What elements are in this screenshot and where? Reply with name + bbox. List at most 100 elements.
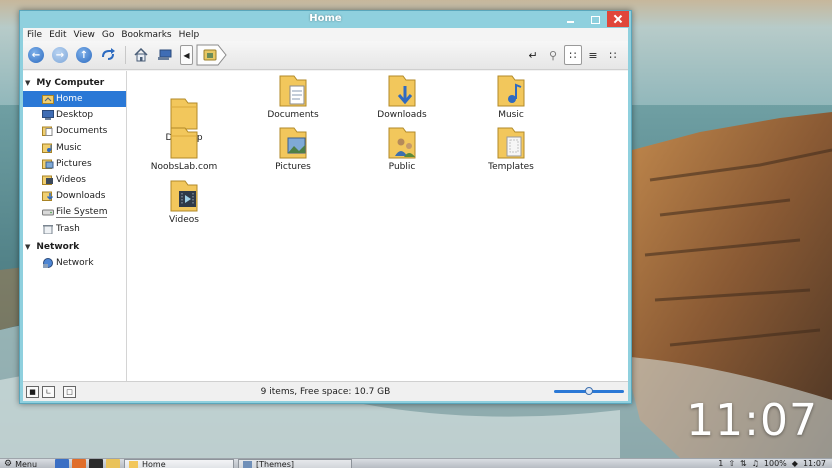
menu-bookmarks[interactable]: Bookmarks bbox=[121, 30, 171, 40]
file-label: NoobsLab.com bbox=[150, 162, 218, 172]
system-tray: 1 ⇧ ⇅ ♫ 100% ◆ 11:07 bbox=[713, 459, 832, 468]
icon-view-button[interactable]: ∷ bbox=[564, 45, 582, 65]
documents-folder-icon bbox=[279, 75, 307, 107]
menu-view[interactable]: View bbox=[74, 30, 95, 40]
search-button[interactable]: ⚲ bbox=[544, 45, 562, 65]
computer-button[interactable] bbox=[154, 44, 176, 66]
sidebar-section-title: Network bbox=[36, 241, 80, 252]
start-menu-button[interactable]: ⚙ Menu bbox=[0, 459, 52, 468]
start-menu-label: Menu bbox=[15, 459, 38, 468]
settings-window-icon bbox=[243, 461, 252, 468]
show-desktop-icon[interactable] bbox=[55, 459, 69, 468]
path-mode-button[interactable]: ↵ bbox=[524, 45, 542, 65]
sidebar-item-label: Music bbox=[56, 142, 82, 153]
music-folder-icon bbox=[497, 75, 525, 107]
taskbar-task-themes[interactable]: [Themes] bbox=[238, 459, 352, 468]
templates-folder-icon bbox=[497, 127, 525, 159]
path-scroll-left-button[interactable]: ◀ bbox=[180, 45, 193, 65]
workspace-indicator[interactable]: 1 bbox=[718, 459, 723, 468]
search-icon: ⚲ bbox=[548, 48, 558, 62]
back-icon: ← bbox=[28, 47, 44, 63]
sidebar-item-label: Pictures bbox=[56, 158, 92, 169]
window-title: Home bbox=[309, 13, 342, 24]
files-launcher-icon[interactable] bbox=[106, 459, 120, 468]
menu-go[interactable]: Go bbox=[102, 30, 114, 40]
compact-view-button[interactable]: ∷ bbox=[604, 45, 622, 65]
up-icon: ↑ bbox=[76, 47, 92, 63]
sidebar-item-pictures[interactable]: Pictures bbox=[23, 156, 126, 172]
home-button[interactable] bbox=[130, 44, 152, 66]
file-item-pictures[interactable]: Pictures bbox=[248, 126, 338, 172]
sidebar-item-label: Trash bbox=[56, 223, 80, 234]
zoom-slider-handle[interactable] bbox=[585, 387, 593, 395]
drive-icon bbox=[42, 209, 54, 216]
sidebar-item-network[interactable]: Network bbox=[23, 255, 126, 271]
file-view: Desktop Documents Downloads Music N bbox=[127, 71, 628, 381]
title-bar[interactable]: Home bbox=[20, 11, 631, 28]
file-label: Downloads bbox=[377, 110, 427, 120]
sidebar-item-trash[interactable]: Trash bbox=[23, 221, 126, 237]
file-label: Public bbox=[388, 162, 416, 172]
network-status-icon[interactable]: ⇅ bbox=[740, 459, 747, 468]
sidebar-item-label: Network bbox=[56, 257, 94, 268]
sidebar-item-file-system[interactable]: File System bbox=[23, 204, 126, 220]
pictures-icon bbox=[42, 159, 54, 169]
file-label: Videos bbox=[169, 215, 199, 225]
reload-button[interactable] bbox=[97, 44, 119, 66]
task-label: Home bbox=[142, 460, 166, 468]
taskbar-clock[interactable]: 11:07 bbox=[803, 459, 826, 468]
file-item-music[interactable]: Music bbox=[466, 74, 556, 120]
taskbar-task-home[interactable]: Home bbox=[124, 459, 234, 468]
toolbar: ← → ↑ ◀ ↵ ⚲ ∷ ≡ ∷ bbox=[23, 41, 628, 70]
terminal-launcher-icon[interactable] bbox=[89, 459, 103, 468]
sidebar-item-videos[interactable]: Videos bbox=[23, 172, 126, 188]
sidebar-item-documents[interactable]: Documents bbox=[23, 123, 126, 139]
menu-help[interactable]: Help bbox=[179, 30, 200, 40]
sidebar: ▼ My Computer Home Desktop Documents Mus… bbox=[23, 71, 127, 381]
main-content: ▼ My Computer Home Desktop Documents Mus… bbox=[23, 71, 628, 381]
network-icon bbox=[43, 257, 53, 268]
taskbar: ⚙ Menu Home [Themes] 1 ⇧ ⇅ ♫ 100% ◆ 11:0… bbox=[0, 458, 832, 468]
menu-file[interactable]: File bbox=[27, 30, 42, 40]
forward-button[interactable]: → bbox=[49, 44, 71, 66]
sidebar-item-music[interactable]: Music bbox=[23, 140, 126, 156]
close-button[interactable] bbox=[607, 11, 629, 27]
sidebar-section-network[interactable]: ▼ Network bbox=[23, 239, 126, 255]
list-view-button[interactable]: ≡ bbox=[584, 45, 602, 65]
grid-icon: ∷ bbox=[569, 48, 577, 62]
sidebar-section-my-computer[interactable]: ▼ My Computer bbox=[23, 75, 126, 91]
shield-icon[interactable]: ◆ bbox=[792, 459, 798, 468]
battery-level[interactable]: 100% bbox=[764, 459, 787, 468]
desktop-icon bbox=[42, 110, 54, 121]
back-button[interactable]: ← bbox=[25, 44, 47, 66]
sidebar-item-desktop[interactable]: Desktop bbox=[23, 107, 126, 123]
minimize-button[interactable] bbox=[560, 11, 582, 27]
sidebar-item-home[interactable]: Home bbox=[23, 91, 126, 108]
compact-grid-icon: ∷ bbox=[609, 48, 617, 62]
sidebar-item-downloads[interactable]: Downloads bbox=[23, 188, 126, 204]
return-icon: ↵ bbox=[528, 48, 538, 62]
up-button[interactable]: ↑ bbox=[73, 44, 95, 66]
file-item-noobslab[interactable]: NoobsLab.com bbox=[139, 126, 229, 172]
forward-icon: → bbox=[52, 47, 68, 63]
firefox-icon[interactable] bbox=[72, 459, 86, 468]
menu-edit[interactable]: Edit bbox=[49, 30, 66, 40]
file-item-documents[interactable]: Documents bbox=[248, 74, 338, 120]
reload-icon bbox=[102, 48, 115, 60]
file-item-templates[interactable]: Templates bbox=[466, 126, 556, 172]
file-item-videos[interactable]: Videos bbox=[139, 179, 229, 225]
menu-bar: File Edit View Go Bookmarks Help bbox=[23, 28, 628, 41]
file-item-public[interactable]: Public bbox=[357, 126, 447, 172]
maximize-button[interactable] bbox=[584, 11, 606, 27]
sidebar-item-label: Home bbox=[56, 94, 83, 105]
folder-icon bbox=[170, 127, 198, 159]
status-bar: ■ ∟ □ 9 items, Free space: 10.7 GB bbox=[23, 381, 628, 401]
file-item-downloads[interactable]: Downloads bbox=[357, 74, 447, 120]
update-icon[interactable]: ⇧ bbox=[728, 459, 735, 468]
sidebar-section-title: My Computer bbox=[36, 78, 105, 88]
zoom-slider[interactable] bbox=[554, 387, 624, 395]
window-body: File Edit View Go Bookmarks Help ← → ↑ ◀… bbox=[23, 28, 628, 401]
toolbar-separator bbox=[125, 46, 126, 64]
volume-icon[interactable]: ♫ bbox=[752, 459, 759, 468]
path-breadcrumb-home[interactable] bbox=[196, 44, 228, 66]
